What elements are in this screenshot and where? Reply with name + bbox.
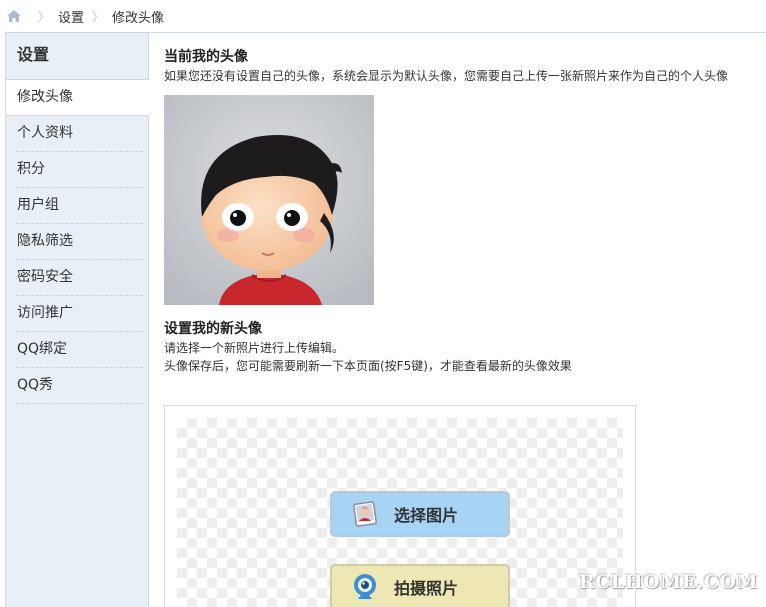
new-avatar-desc-2: 头像保存后，您可能需要刷新一下本页面(按F5键)，才能查看最新的头像效果 [164,359,572,373]
settings-frame: 设置 修改头像 个人资料 积分 用户组 隐私筛选 密码安全 访问推广 QQ绑定 … [5,32,766,607]
breadcrumb-settings[interactable]: 设置 [58,7,84,26]
take-photo-button[interactable]: 拍摄照片 [330,564,510,607]
sidebar-item-edit-avatar[interactable]: 修改头像 [6,80,149,116]
upload-canvas: 选择图片 拍摄照片 [177,418,623,607]
sidebar-item-qq-bind[interactable]: QQ绑定 [16,332,143,368]
current-avatar-desc: 如果您还没有设置自己的头像，系统会显示为默认头像，您需要自己上传一张新照片来作为… [164,69,729,83]
photo-icon [353,501,377,527]
breadcrumb-separator: 〉 [92,9,105,24]
sidebar-title: 设置 [6,33,148,80]
sidebar-item-usergroup[interactable]: 用户组 [16,188,143,224]
sidebar-item-profile[interactable]: 个人资料 [16,116,143,152]
sidebar-item-privacy[interactable]: 隐私筛选 [16,224,143,260]
breadcrumb: 〉 设置 〉 修改头像 [0,0,766,32]
home-icon[interactable] [6,9,22,23]
current-avatar-title: 当前我的头像 [164,49,248,65]
watermark: RCLHOME.COM [578,571,758,593]
sidebar-item-password[interactable]: 密码安全 [16,260,143,296]
sidebar-item-points[interactable]: 积分 [16,152,143,188]
webcam-icon [354,574,376,599]
default-avatar-icon [164,95,374,305]
main-content: 当前我的头像 如果您还没有设置自己的头像，系统会显示为默认头像，您需要自己上传一… [164,47,764,607]
breadcrumb-separator: 〉 [38,9,51,24]
sidebar-item-qq-show[interactable]: QQ秀 [16,368,143,404]
sidebar-item-promotion[interactable]: 访问推广 [16,296,143,332]
avatar-upload-panel: 选择图片 拍摄照片 [164,405,636,607]
new-avatar-title: 设置我的新头像 [164,321,262,337]
select-image-label: 选择图片 [394,506,459,525]
sidebar: 设置 修改头像 个人资料 积分 用户组 隐私筛选 密码安全 访问推广 QQ绑定 … [5,33,149,607]
new-avatar-desc-1: 请选择一个新照片进行上传编辑。 [164,341,345,355]
take-photo-label: 拍摄照片 [394,579,459,598]
current-avatar-image [164,95,374,305]
select-image-button[interactable]: 选择图片 [330,491,510,537]
breadcrumb-edit-avatar[interactable]: 修改头像 [112,7,164,26]
